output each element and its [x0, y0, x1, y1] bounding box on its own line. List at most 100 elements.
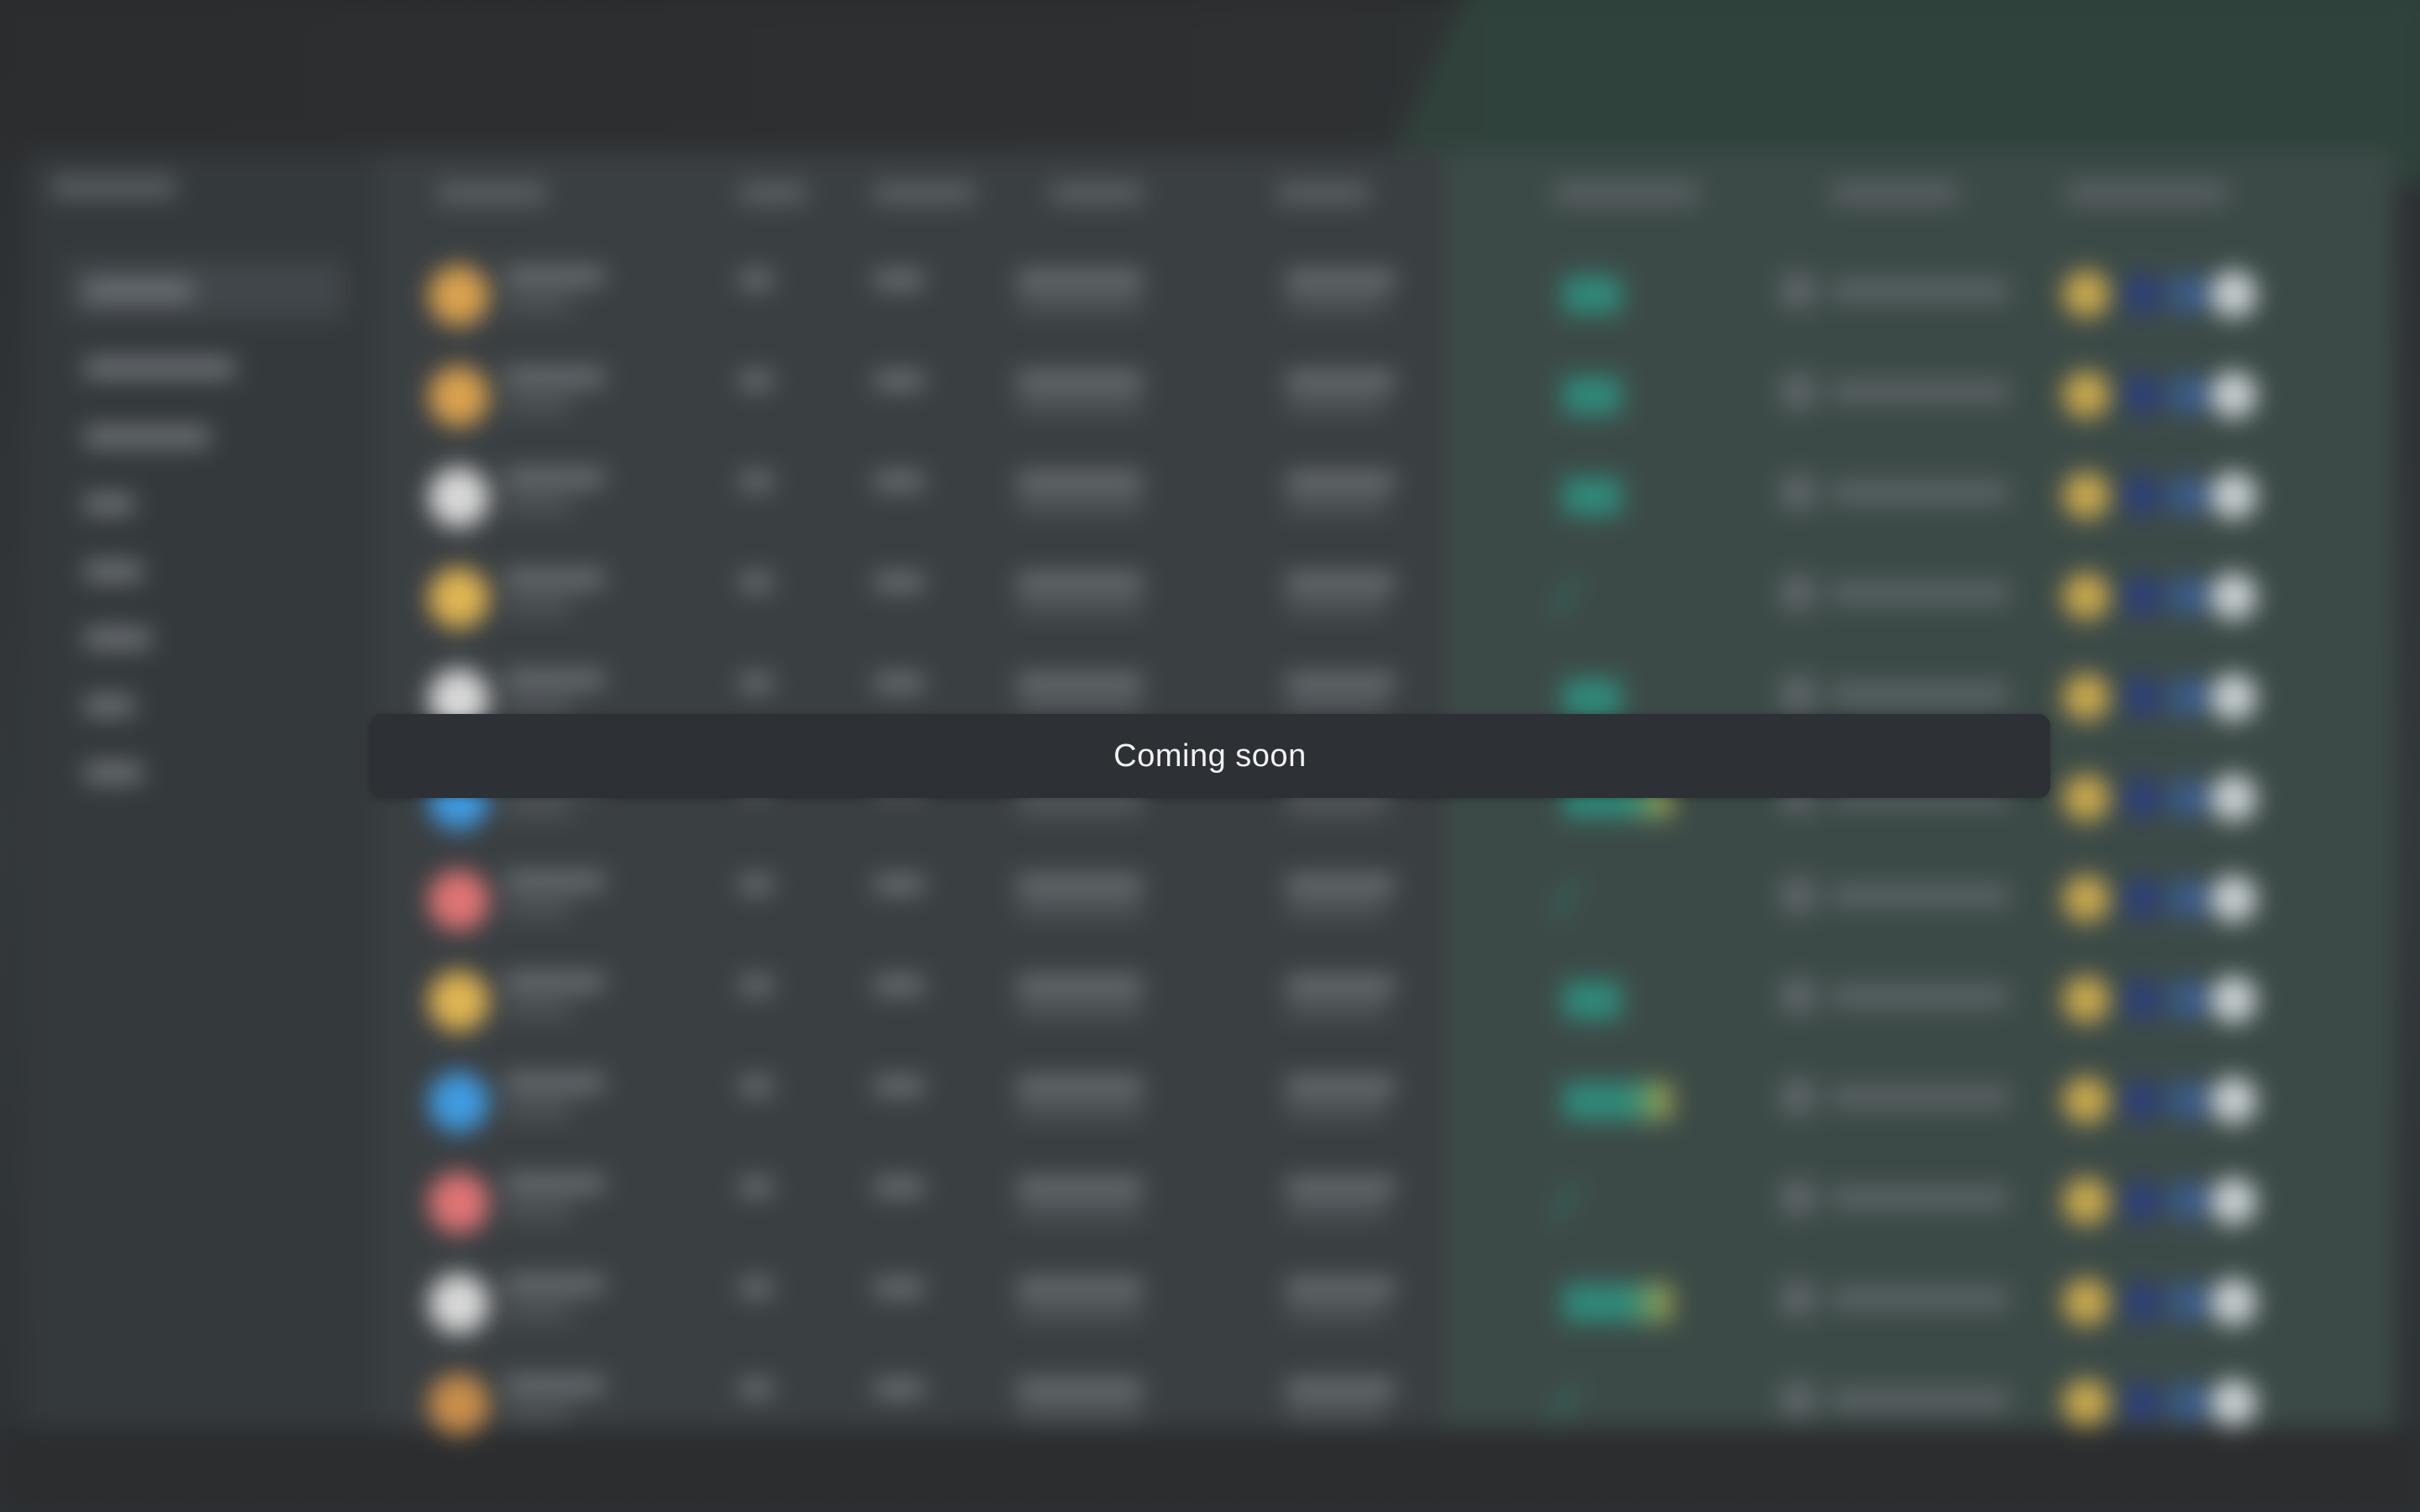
badge-icon — [2122, 1181, 2162, 1221]
cell-placeholder — [1017, 1305, 1143, 1319]
cell-placeholder — [1017, 1406, 1143, 1420]
badge-icon — [2063, 472, 2110, 519]
badge-icon — [2168, 1080, 2208, 1121]
badge-icon — [2122, 375, 2162, 415]
cell-placeholder — [1832, 1188, 2008, 1208]
sidebar-item — [84, 281, 193, 301]
cell-placeholder — [739, 1077, 773, 1095]
badge-icon — [2122, 677, 2162, 717]
column-header — [1832, 183, 1958, 203]
platform-icon — [1781, 375, 1815, 408]
cell-placeholder — [739, 1379, 773, 1398]
sidebar-item — [84, 696, 134, 716]
cell-placeholder — [504, 499, 571, 512]
table-row — [403, 847, 2370, 946]
coin-icon — [429, 870, 489, 931]
cell-placeholder — [739, 1178, 773, 1196]
cell-placeholder — [874, 1379, 924, 1398]
sparkline — [1551, 1183, 1597, 1221]
cell-placeholder — [1286, 902, 1386, 916]
sparkline — [1551, 578, 1597, 617]
cell-placeholder — [874, 674, 924, 692]
badge-icon — [2168, 1383, 2208, 1423]
badge-icon — [2063, 1178, 2110, 1225]
cell-placeholder — [1017, 398, 1143, 412]
cell-placeholder — [504, 872, 605, 890]
cell-placeholder — [1286, 1406, 1386, 1420]
cell-placeholder — [1286, 701, 1386, 714]
coin-icon — [429, 467, 489, 528]
cell-placeholder — [1832, 684, 2008, 704]
cell-placeholder — [874, 875, 924, 894]
cell-placeholder — [1017, 1003, 1143, 1016]
badge-icon — [2210, 1379, 2257, 1426]
cell-placeholder — [1017, 472, 1143, 491]
sidebar-item — [84, 561, 143, 581]
cell-placeholder — [1017, 1178, 1143, 1196]
app-window: Coming soon — [0, 0, 2420, 1512]
cell-placeholder — [504, 973, 605, 991]
badge-icon — [2063, 1379, 2110, 1426]
cell-placeholder — [874, 1178, 924, 1196]
cell-placeholder — [739, 371, 773, 390]
cell-placeholder — [739, 976, 773, 995]
coin-icon — [429, 1273, 489, 1334]
cell-placeholder — [739, 270, 773, 289]
cell-placeholder — [1832, 1289, 2008, 1309]
cell-placeholder — [1286, 1379, 1395, 1398]
column-header — [1555, 183, 1697, 203]
cell-placeholder — [1017, 600, 1143, 613]
badge-icon — [2210, 472, 2257, 519]
badge-icon — [2168, 576, 2208, 617]
cell-placeholder — [874, 472, 924, 491]
cell-placeholder — [1286, 1205, 1386, 1218]
badge-icon — [2210, 674, 2257, 721]
cell-placeholder — [874, 573, 924, 591]
badge-icon — [2210, 371, 2257, 418]
column-header — [1050, 183, 1143, 203]
badge-icon — [2168, 677, 2208, 717]
cell-placeholder — [1017, 902, 1143, 916]
table-row — [403, 343, 2370, 442]
column-header — [1277, 183, 1370, 203]
cell-placeholder — [1832, 885, 2008, 906]
badge-icon — [2168, 1282, 2208, 1322]
cell-placeholder — [1286, 472, 1395, 491]
cell-placeholder — [504, 600, 571, 613]
cell-placeholder — [739, 472, 773, 491]
column-header — [874, 183, 975, 203]
badge-icon — [2168, 778, 2208, 818]
sidebar-item — [84, 358, 235, 378]
badge-icon — [2063, 1077, 2110, 1124]
cell-placeholder — [504, 297, 571, 311]
badge-icon — [2122, 1383, 2162, 1423]
badge-icon — [2210, 875, 2257, 922]
cell-placeholder — [1286, 600, 1386, 613]
sidebar-item — [84, 763, 143, 783]
sparkline — [1551, 1384, 1597, 1423]
cell-placeholder — [1286, 297, 1386, 311]
badge-icon — [2122, 274, 2162, 314]
coin-icon — [429, 1374, 489, 1435]
cell-placeholder — [1832, 381, 2008, 402]
banner-message: Coming soon — [1113, 738, 1307, 774]
table-row — [403, 1048, 2370, 1147]
badge-icon — [2210, 774, 2257, 822]
cell-placeholder — [1286, 1178, 1395, 1196]
cell-placeholder — [1017, 270, 1143, 289]
table-row — [403, 1351, 2370, 1450]
cell-placeholder — [1286, 398, 1386, 412]
cell-placeholder — [504, 1275, 605, 1294]
cell-placeholder — [1286, 875, 1395, 894]
sidebar-item — [84, 628, 151, 648]
cell-placeholder — [1286, 371, 1395, 390]
cell-placeholder — [1017, 1205, 1143, 1218]
cell-placeholder — [504, 1003, 571, 1016]
cell-placeholder — [1017, 297, 1143, 311]
cell-placeholder — [1017, 371, 1143, 390]
table-row — [403, 1149, 2370, 1248]
sparkline — [1563, 679, 1622, 717]
sparkline — [1563, 1082, 1672, 1121]
badge-icon — [2122, 576, 2162, 617]
column-header — [2067, 183, 2227, 203]
